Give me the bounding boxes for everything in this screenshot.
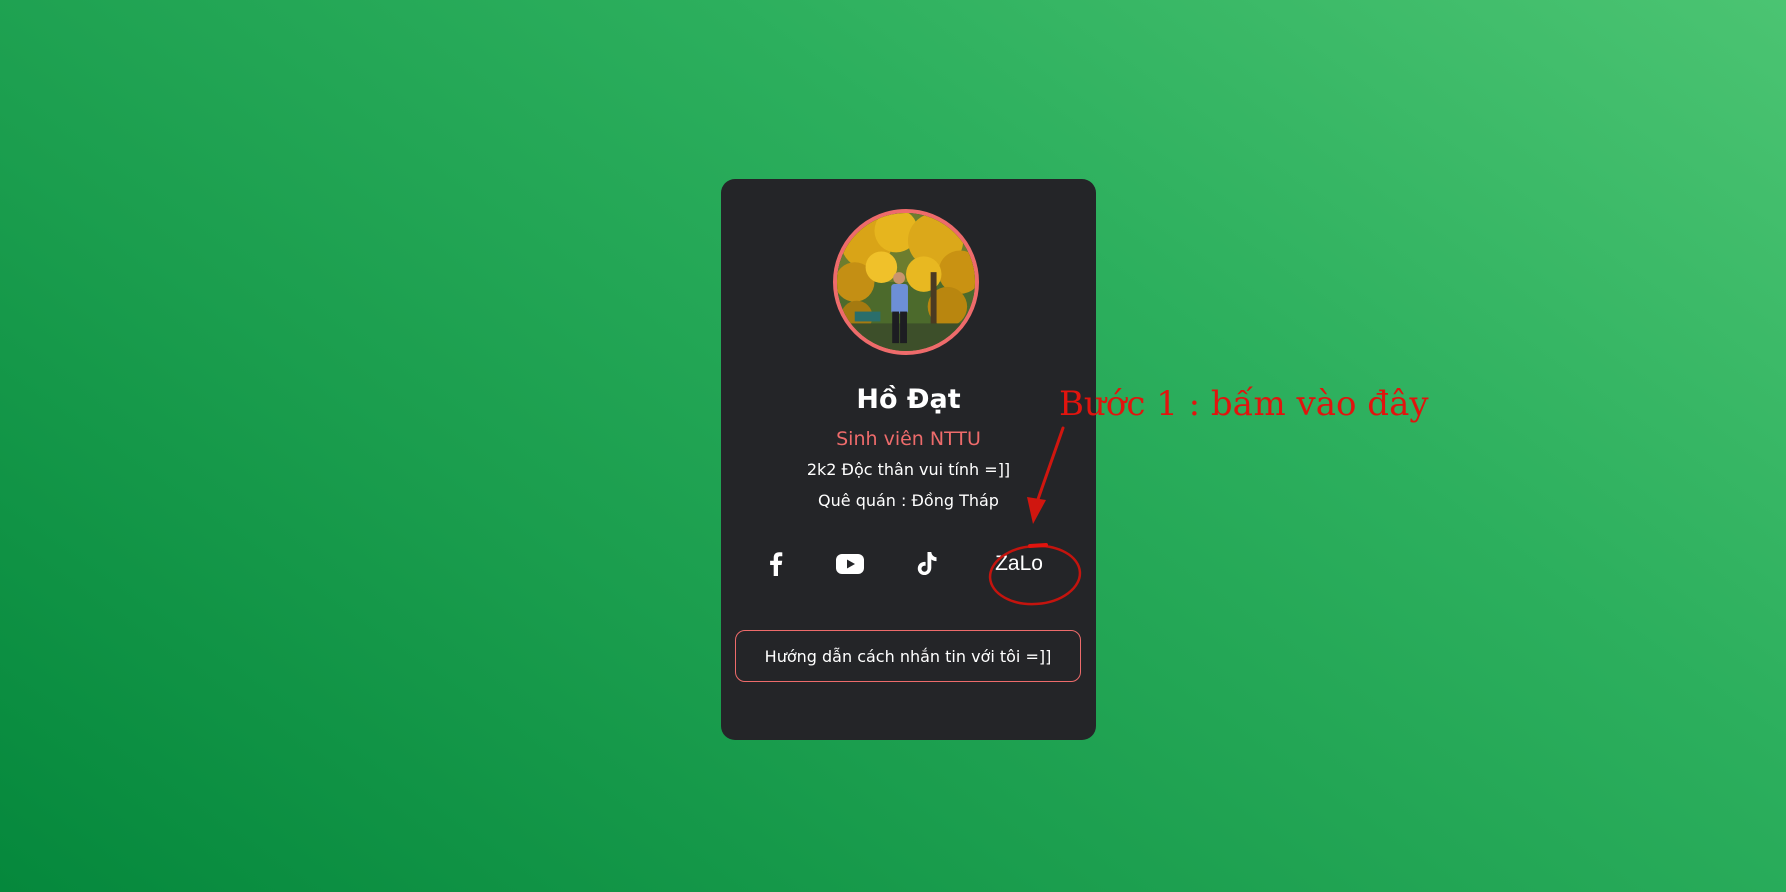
avatar <box>833 209 979 355</box>
facebook-icon <box>770 552 783 576</box>
profile-role: Sinh viên NTTU <box>836 428 981 450</box>
zalo-link[interactable]: ZaLo <box>989 546 1049 582</box>
social-links: ZaLo <box>721 546 1096 582</box>
profile-bio-line-2: Quê quán : Đồng Tháp <box>818 491 999 510</box>
tiktok-link[interactable] <box>912 546 942 582</box>
facebook-link[interactable] <box>761 546 791 582</box>
avatar-photo <box>837 213 975 351</box>
profile-name: Hồ Đạt <box>856 384 961 415</box>
profile-bio-line-1: 2k2 Độc thân vui tính =]] <box>806 460 1011 479</box>
step-annotation-label: Bước 1 : bấm vào đây <box>1059 384 1429 424</box>
profile-card: Hồ Đạt Sinh viên NTTU 2k2 Độc thân vui t… <box>721 179 1096 740</box>
tiktok-icon <box>917 552 937 576</box>
messaging-guide-button[interactable]: Hướng dẫn cách nhắn tin với tôi =]] <box>735 630 1081 682</box>
youtube-icon <box>836 554 864 574</box>
youtube-link[interactable] <box>834 546 866 582</box>
